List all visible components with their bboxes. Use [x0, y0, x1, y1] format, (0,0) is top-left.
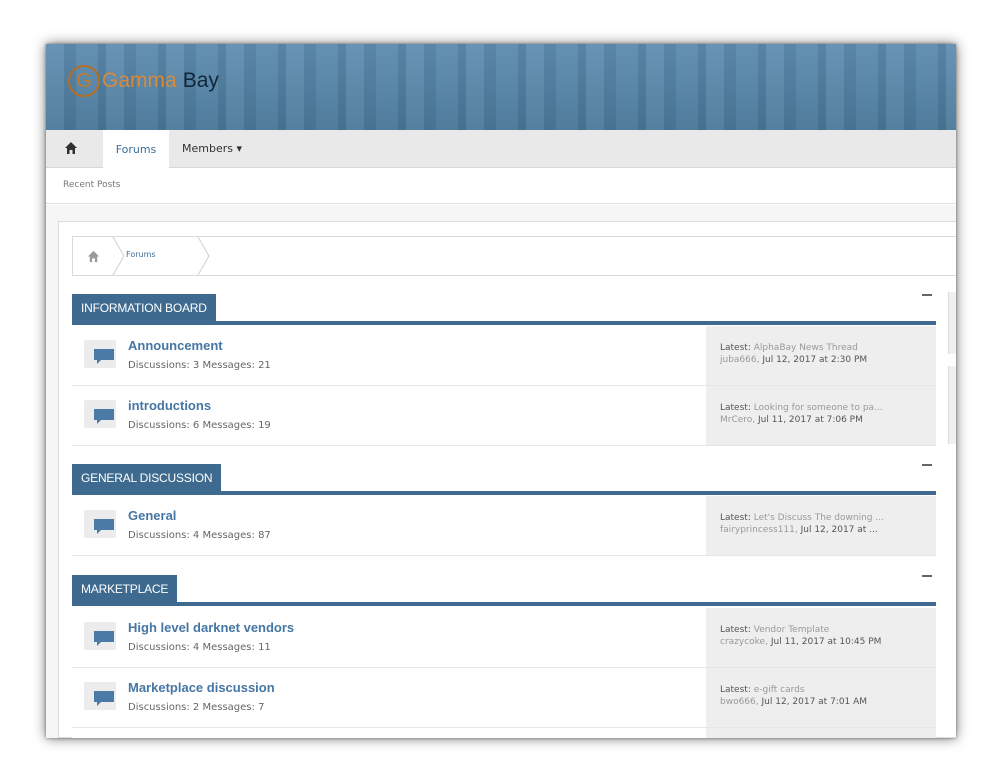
breadcrumb-separator [112, 237, 125, 275]
browser-screenshot: G Gamma Bay Forums Members ▾ Recent Post… [46, 44, 956, 738]
forum-row: General Discussions: 4 Messages: 87 Late… [72, 496, 936, 556]
forum-stats: Discussions: 6 Messages: 19 [128, 420, 271, 431]
latest-user-link[interactable]: MrCero, [720, 415, 755, 425]
latest-date: Jul 11, 2017 at 7:06 PM [758, 415, 863, 425]
forum-stats: Discussions: 4 Messages: 87 [128, 530, 271, 541]
category-rule [72, 321, 936, 325]
latest-label: Latest: [720, 403, 751, 413]
latest-user-link[interactable]: bwo666, [720, 697, 759, 707]
forum-icon-box [84, 340, 116, 368]
forum-row: Marketplace discussion Discussions: 2 Me… [72, 668, 936, 728]
forum-stats: Discussions: 2 Messages: 7 [128, 702, 265, 713]
category-rule [72, 602, 936, 606]
breadcrumb-forums[interactable]: Forums [126, 250, 156, 259]
latest-thread-link[interactable]: Vendor Template [754, 625, 830, 635]
forum-title-link[interactable]: High level darknet vendors [128, 620, 294, 635]
category-rule [72, 491, 936, 495]
latest-thread-link[interactable]: e-gift cards [754, 685, 805, 695]
forum-icon-box [84, 400, 116, 428]
category-header: GENERAL DISCUSSION [72, 464, 936, 495]
home-icon[interactable] [64, 141, 78, 155]
site-logo[interactable]: G Gamma Bay [68, 65, 219, 97]
forum-title-link[interactable]: Announcement [128, 338, 223, 353]
category-header: INFORMATION BOARD [72, 294, 936, 325]
latest-thread-link[interactable]: Let's Discuss The downing ... [754, 513, 884, 523]
recent-posts-link[interactable]: Recent Posts [63, 180, 121, 190]
latest-user-link[interactable]: crazycoke, [720, 637, 768, 647]
forum-latest-post [706, 728, 936, 738]
forum-stats: Discussions: 3 Messages: 21 [128, 360, 271, 371]
sidebar-edge [948, 292, 956, 354]
latest-label: Latest: [720, 625, 751, 635]
breadcrumb-separator [197, 237, 210, 275]
forum-title-link[interactable]: introductions [128, 398, 211, 413]
home-icon[interactable] [87, 250, 100, 263]
forum-row: introductions Discussions: 6 Messages: 1… [72, 386, 936, 446]
latest-thread-link[interactable]: AlphaBay News Thread [754, 343, 858, 353]
latest-date: Jul 12, 2017 at ... [800, 525, 878, 535]
tab-members[interactable]: Members ▾ [182, 130, 242, 168]
forum-latest-post: Latest: Vendor Template crazycoke, Jul 1… [706, 608, 936, 667]
forum-latest-post: Latest: Let's Discuss The downing ... fa… [706, 496, 936, 555]
logo-text-gamma: Gamma [102, 69, 177, 92]
site-header-banner: G Gamma Bay [46, 44, 956, 130]
logo-mark: G [68, 65, 100, 97]
sidebar-edge [948, 366, 956, 444]
latest-date: Jul 12, 2017 at 7:01 AM [761, 697, 868, 707]
speech-bubble-icon [94, 691, 114, 706]
breadcrumb: Forums [72, 236, 956, 276]
collapse-icon[interactable] [922, 464, 932, 466]
latest-thread-link[interactable]: Looking for someone to pa... [754, 403, 883, 413]
forum-latest-post: Latest: AlphaBay News Thread juba666, Ju… [706, 326, 936, 385]
main-navigation: Forums Members ▾ [46, 130, 956, 169]
sub-navigation: Recent Posts [46, 168, 956, 204]
forum-title-link[interactable]: General [128, 508, 176, 523]
latest-user-link[interactable]: juba666, [720, 355, 759, 365]
tab-forums[interactable]: Forums [103, 130, 169, 169]
category-title[interactable]: GENERAL DISCUSSION [72, 464, 222, 491]
category-title[interactable]: MARKETPLACE [72, 575, 178, 602]
collapse-icon[interactable] [922, 294, 932, 296]
collapse-icon[interactable] [922, 575, 932, 577]
latest-date: Jul 11, 2017 at 10:45 PM [770, 637, 882, 647]
latest-label: Latest: [720, 685, 751, 695]
category-title[interactable]: INFORMATION BOARD [72, 294, 216, 321]
forum-row: High level darknet vendors Discussions: … [72, 608, 936, 668]
speech-bubble-icon [94, 631, 114, 646]
latest-label: Latest: [720, 513, 751, 523]
category-header: MARKETPLACE [72, 575, 936, 606]
forum-latest-post: Latest: Looking for someone to pa... MrC… [706, 386, 936, 445]
forum-icon-box [84, 682, 116, 710]
forum-row: Announcement Discussions: 3 Messages: 21… [72, 326, 936, 386]
forum-stats: Discussions: 4 Messages: 11 [128, 642, 271, 653]
forum-icon-box [84, 510, 116, 538]
latest-label: Latest: [720, 343, 751, 353]
latest-user-link[interactable]: fairyprincess111, [720, 525, 798, 535]
forum-title-link[interactable]: Marketplace discussion [128, 680, 275, 695]
forum-latest-post: Latest: e-gift cards bwo666, Jul 12, 201… [706, 668, 936, 727]
speech-bubble-icon [94, 519, 114, 534]
forum-icon-box [84, 622, 116, 650]
speech-bubble-icon [94, 349, 114, 364]
latest-date: Jul 12, 2017 at 2:30 PM [762, 355, 868, 365]
logo-text-bay: Bay [182, 69, 219, 92]
forum-row-partial [72, 728, 936, 738]
speech-bubble-icon [94, 409, 114, 424]
